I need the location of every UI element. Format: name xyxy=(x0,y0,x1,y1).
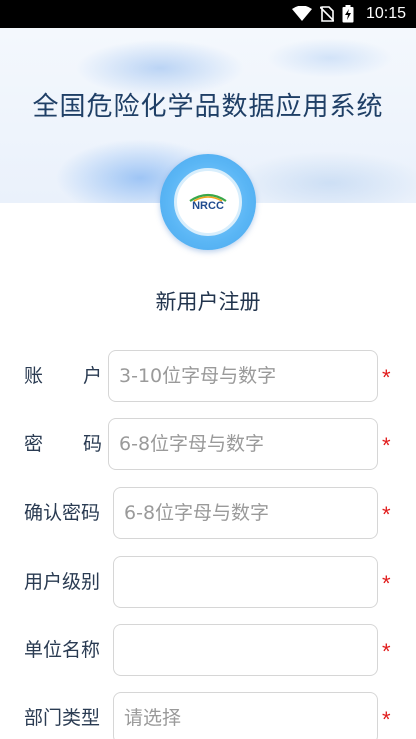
logo-inner: NRCC xyxy=(174,168,242,236)
required-mark: * xyxy=(382,433,391,458)
logo-text: NRCC xyxy=(192,200,224,212)
app-logo: NRCC xyxy=(160,154,256,250)
account-row: 账 户 * xyxy=(0,350,416,402)
department-type-row: 部门类型 * xyxy=(0,692,416,739)
no-sim-icon xyxy=(319,6,334,22)
department-type-label: 部门类型 xyxy=(24,707,101,729)
confirm-password-row: 确认密码 * xyxy=(0,487,416,539)
unit-name-row: 单位名称 * xyxy=(0,624,416,676)
confirm-password-label: 确认密码 xyxy=(24,502,101,524)
required-mark: * xyxy=(382,571,391,596)
status-bar: 10:15 xyxy=(0,0,416,28)
app-title: 全国危险化学品数据应用系统 xyxy=(32,92,384,122)
password-label: 密 码 xyxy=(24,433,102,455)
required-mark: * xyxy=(382,707,391,732)
account-label: 账 户 xyxy=(24,365,102,387)
account-input[interactable] xyxy=(108,350,378,402)
confirm-password-input[interactable] xyxy=(113,487,378,539)
password-row: 密 码 * xyxy=(0,418,416,470)
page-title: 新用户注册 xyxy=(155,290,261,314)
department-type-select[interactable] xyxy=(113,692,378,739)
required-mark: * xyxy=(382,365,391,390)
battery-charging-icon xyxy=(342,5,354,23)
unit-name-label: 单位名称 xyxy=(24,639,101,661)
required-mark: * xyxy=(382,639,391,664)
user-level-input[interactable] xyxy=(113,556,378,608)
user-level-row: 用户级别 * xyxy=(0,556,416,608)
clock: 10:15 xyxy=(365,5,406,22)
user-level-label: 用户级别 xyxy=(24,571,101,593)
wifi-icon xyxy=(291,6,312,22)
unit-name-input[interactable] xyxy=(113,624,378,676)
password-input[interactable] xyxy=(108,418,378,470)
required-mark: * xyxy=(382,502,391,527)
